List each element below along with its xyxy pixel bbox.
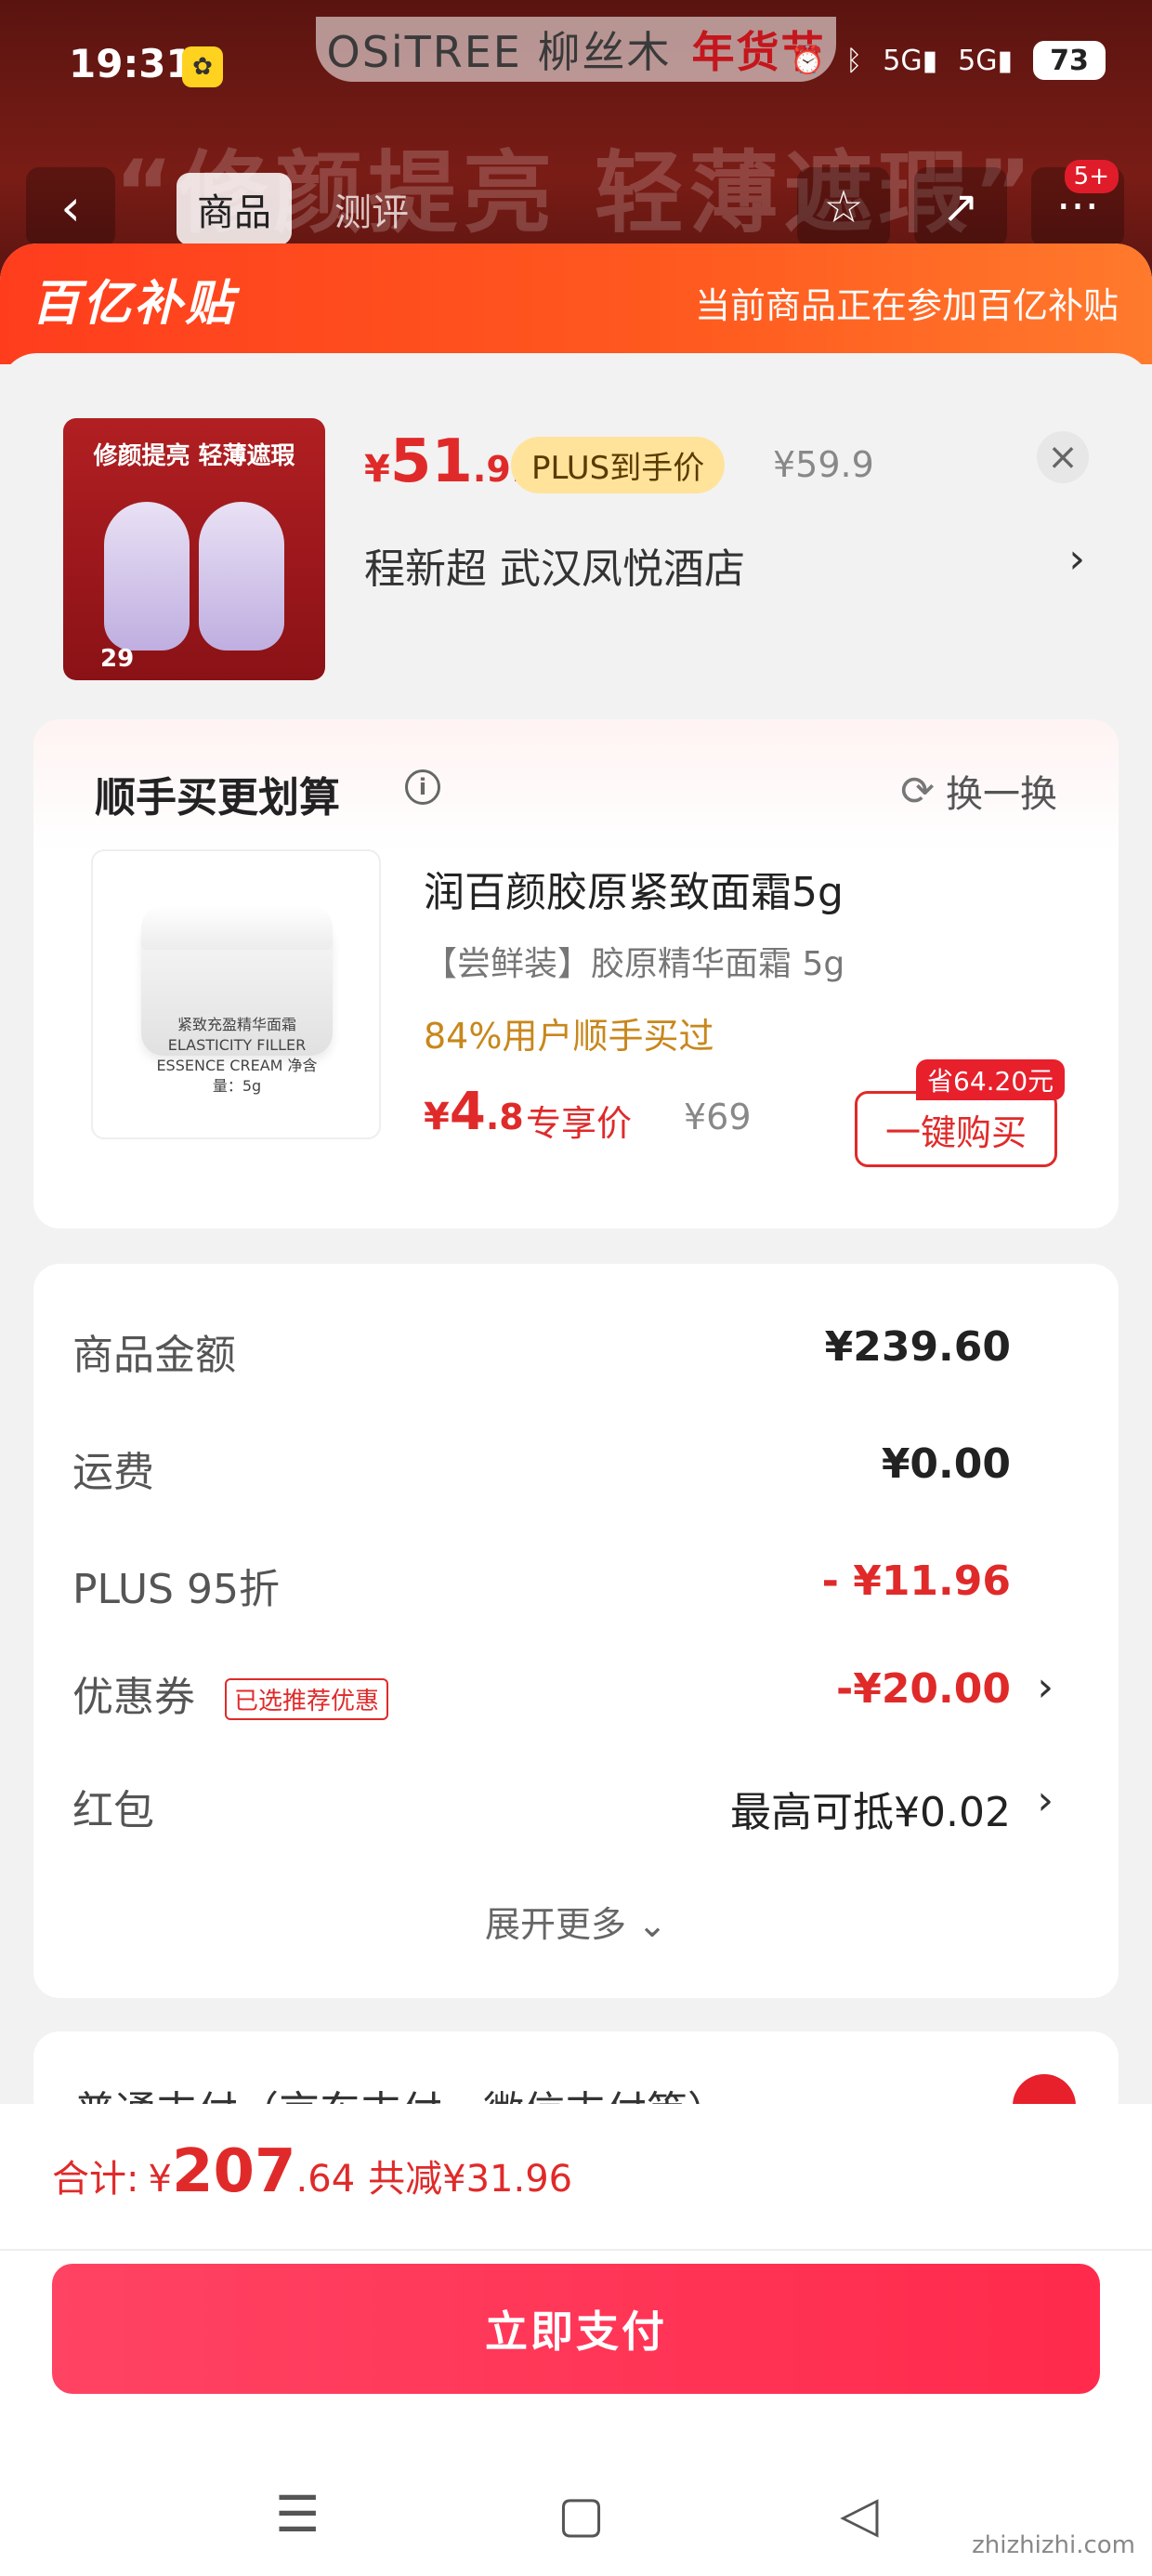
alarm-icon: ⏰ [790, 44, 826, 77]
battery-icon: 73 [1033, 41, 1106, 80]
goods-amount-row: 商品金额 ¥239.60 [72, 1323, 1011, 1379]
status-time: 19:31 [69, 41, 193, 86]
add-on-price: ¥4.8 [424, 1082, 524, 1142]
total-price: 合计: ¥207.64 共减¥31.96 [52, 2137, 573, 2206]
add-on-subtitle: 【尝鲜装】胶原精华面霜 5g [424, 945, 845, 983]
status-icons: ⏰ ᛒ 5G▮ 5G▮ 73 [791, 41, 1106, 80]
bluetooth-icon: ᛒ [845, 44, 863, 77]
refresh-icon: ⟳ [900, 767, 935, 815]
add-on-rate: 84%用户顺手买过 [424, 1016, 714, 1057]
plus-discount-row: PLUS 95折 - ¥11.96 [72, 1557, 1011, 1613]
share-button[interactable]: ↗ [914, 167, 1007, 247]
swap-label: 换一换 [946, 773, 1057, 816]
total-saved: 共减¥31.96 [368, 2158, 573, 2201]
subsidy-banner: 百亿补贴 当前商品正在参加百亿补贴 [0, 243, 1152, 364]
favorite-button[interactable]: ☆ [797, 167, 890, 247]
back-icon[interactable]: ◁ [840, 2485, 879, 2543]
chevron-right-icon: › [1037, 1777, 1054, 1824]
nav-bar: ‹ 商品 测评 ☆ ↗ ··· 5+ [0, 160, 1152, 251]
bottle-shape [199, 502, 284, 651]
original-price: ¥59.9 [773, 444, 874, 485]
info-icon[interactable]: i [405, 769, 440, 805]
add-on-name[interactable]: 润百颜胶原紧致面霜5g [424, 859, 844, 918]
price-summary-card: 商品金额 ¥239.60 运费 ¥0.00 PLUS 95折 - ¥11.96 … [33, 1264, 1119, 1998]
more-button[interactable]: ··· 5+ [1031, 160, 1124, 247]
close-icon: × [1047, 436, 1079, 479]
add-on-original-price: ¥69 [684, 1097, 752, 1137]
product-image-price: 29 [100, 645, 135, 673]
delivery-address[interactable]: 程新超 武汉凤悦酒店 [364, 535, 1089, 595]
network-signal-2: 5G▮ [958, 44, 1013, 77]
nav-actions: ☆ ↗ ··· 5+ [797, 160, 1124, 247]
add-on-image[interactable]: 紧致充盈精华面霜 ELASTICITY FILLER ESSENCE CREAM… [91, 849, 381, 1139]
chevron-right-icon[interactable]: › [1068, 535, 1085, 583]
tab-product[interactable]: 商品 [177, 173, 292, 245]
add-on-title: 顺手买更划算 [95, 774, 340, 821]
red-packet-row[interactable]: 红包 最高可抵¥0.02 › [72, 1777, 1080, 1851]
product-price: ¥51.91 [364, 427, 536, 496]
jar-lid-shape [141, 905, 333, 950]
coupon-recommended-tag: 已选推荐优惠 [225, 1678, 389, 1720]
home-icon[interactable]: ▢ [557, 2485, 605, 2543]
nav-tabs: 商品 测评 [177, 173, 429, 245]
bottle-shape [104, 502, 190, 651]
menu-icon[interactable]: ☰ [275, 2485, 320, 2543]
coupon-row[interactable]: 优惠券 已选推荐优惠 -¥20.00 › [72, 1663, 1080, 1738]
shipping-row: 运费 ¥0.00 [72, 1440, 1011, 1496]
close-button[interactable]: × [1037, 431, 1089, 483]
chevron-right-icon: › [1037, 1663, 1054, 1711]
pay-now-button[interactable]: 立即支付 [52, 2264, 1100, 2394]
one-click-buy-button[interactable]: 一键购买 [855, 1091, 1057, 1167]
product-image: 修颜提亮 轻薄遮瑕 29 [63, 418, 325, 680]
add-on-card: 顺手买更划算 i ⟳ 换一换 紧致充盈精华面霜 ELASTICITY FILLE… [33, 719, 1119, 1229]
back-button[interactable]: ‹ [26, 167, 115, 247]
expand-more-button[interactable]: 展开更多 ⌄ [33, 1896, 1119, 1947]
divider [0, 2249, 1152, 2251]
product-image-slogan: 修颜提亮 轻薄遮瑕 [93, 442, 295, 470]
tab-review[interactable]: 测评 [314, 173, 429, 245]
watermark: zhizhizhi.com [972, 2531, 1135, 2559]
exclusive-price-label: 专享价 [526, 1103, 633, 1144]
status-bar: 19:31 ✿ ⏰ ᛒ 5G▮ 5G▮ 73 [0, 0, 1152, 139]
notification-app-icon: ✿ [182, 46, 223, 87]
network-signal-1: 5G▮ [883, 44, 938, 77]
plus-price-tag: PLUS到手价 [511, 437, 726, 493]
subsidy-note: 当前商品正在参加百亿补贴 [694, 285, 1119, 326]
jar-label: 紧致充盈精华面霜 ELASTICITY FILLER ESSENCE CREAM… [156, 1016, 318, 1095]
total-label: 合计: [52, 2158, 139, 2201]
product-summary: 修颜提亮 轻薄遮瑕 29 ¥51.91 PLUS到手价 ¥59.9 × 程新超 … [0, 418, 1152, 688]
message-badge: 5+ [1064, 160, 1119, 193]
checkout-bottom-bar: 合计: ¥207.64 共减¥31.96 立即支付 ☰ ▢ ◁ zhizhizhi.… [0, 2104, 1152, 2576]
subsidy-logo: 百亿补贴 [32, 276, 237, 332]
swap-button[interactable]: ⟳ 换一换 [900, 764, 1057, 818]
save-badge: 省64.20元 [916, 1059, 1066, 1100]
